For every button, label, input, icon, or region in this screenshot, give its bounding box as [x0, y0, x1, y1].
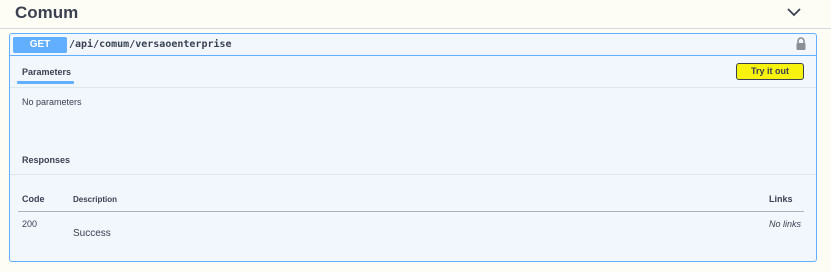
tab-parameters[interactable]: Parameters — [22, 67, 71, 77]
operation-path: /api/comum/versaoenterprise — [69, 39, 232, 50]
column-header-code: Code — [22, 194, 45, 204]
response-links: No links — [769, 219, 802, 229]
parameters-header: Parameters Try it out — [10, 57, 816, 88]
column-header-links: Links — [769, 194, 793, 204]
no-parameters-text: No parameters — [22, 97, 82, 107]
try-it-out-button[interactable]: Try it out — [736, 63, 804, 80]
column-header-description: Description — [73, 195, 118, 204]
tab-active-indicator — [17, 81, 74, 84]
response-code: 200 — [22, 219, 38, 229]
table-header-divider — [18, 211, 804, 212]
operation-summary[interactable]: GET /api/comum/versaoenterprise — [10, 34, 816, 56]
response-description: Success — [73, 228, 111, 239]
responses-title: Responses — [22, 155, 71, 165]
responses-divider — [10, 174, 816, 175]
chevron-down-icon[interactable] — [786, 6, 802, 18]
section-title: Comum — [15, 3, 79, 22]
section-header[interactable]: Comum — [0, 0, 831, 29]
method-badge: GET — [13, 37, 67, 53]
operation-block: GET /api/comum/versaoenterprise Paramete… — [9, 33, 817, 262]
lock-icon[interactable] — [795, 37, 807, 51]
